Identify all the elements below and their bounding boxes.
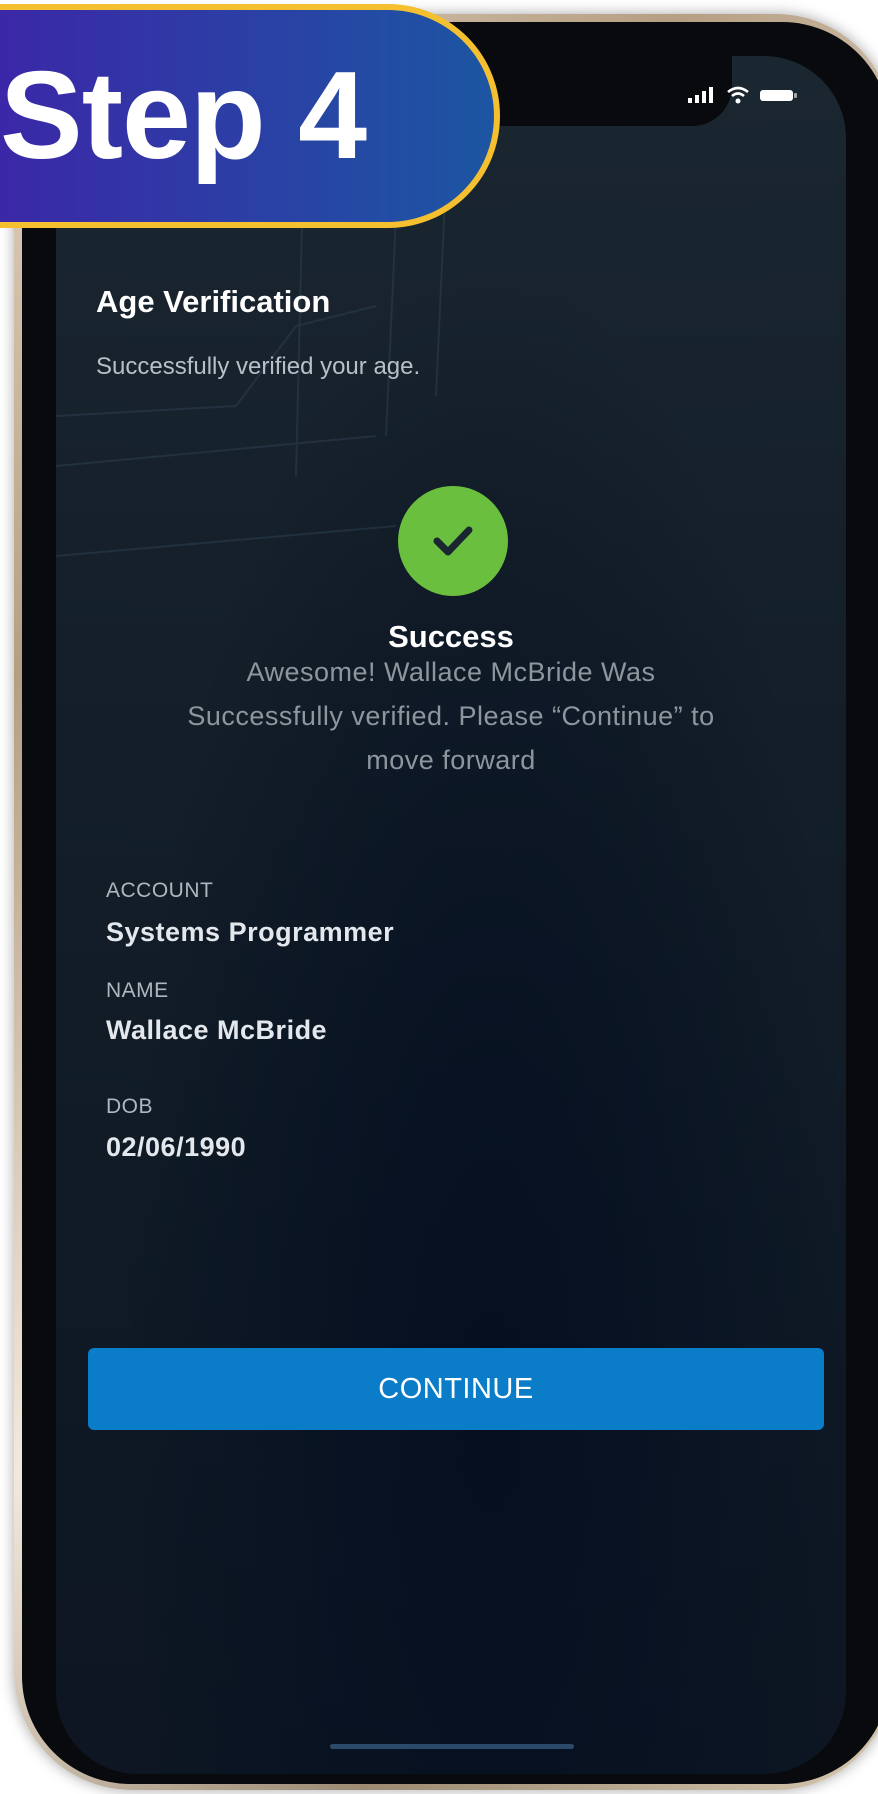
dob-label: DOB <box>106 1095 154 1118</box>
success-message: Awesome! Wallace McBride Was Successfull… <box>187 657 715 775</box>
checkmark-icon <box>433 526 473 556</box>
page-subtitle: Successfully verified your age. <box>96 353 421 380</box>
step-badge-label: Step 4 <box>0 47 367 185</box>
name-label: NAME <box>106 979 169 1002</box>
phone-screen: Age Verification Successfully verified y… <box>56 56 846 1774</box>
name-value: Wallace McBride <box>106 1015 328 1045</box>
step-badge: Step 4 <box>0 4 500 228</box>
page-title: Age Verification <box>96 284 331 319</box>
status-bar <box>688 86 798 104</box>
wifi-icon <box>727 86 749 104</box>
continue-button[interactable]: CONTINUE <box>88 1348 824 1430</box>
dob-value: 02/06/1990 <box>106 1132 247 1162</box>
success-badge <box>398 486 508 596</box>
home-indicator <box>330 1744 574 1749</box>
signal-icon <box>688 87 713 103</box>
stage: Age Verification Successfully verified y… <box>0 0 878 1794</box>
battery-icon <box>760 90 797 101</box>
account-label: ACCOUNT <box>106 879 214 902</box>
account-value: Systems Programmer <box>106 917 395 947</box>
